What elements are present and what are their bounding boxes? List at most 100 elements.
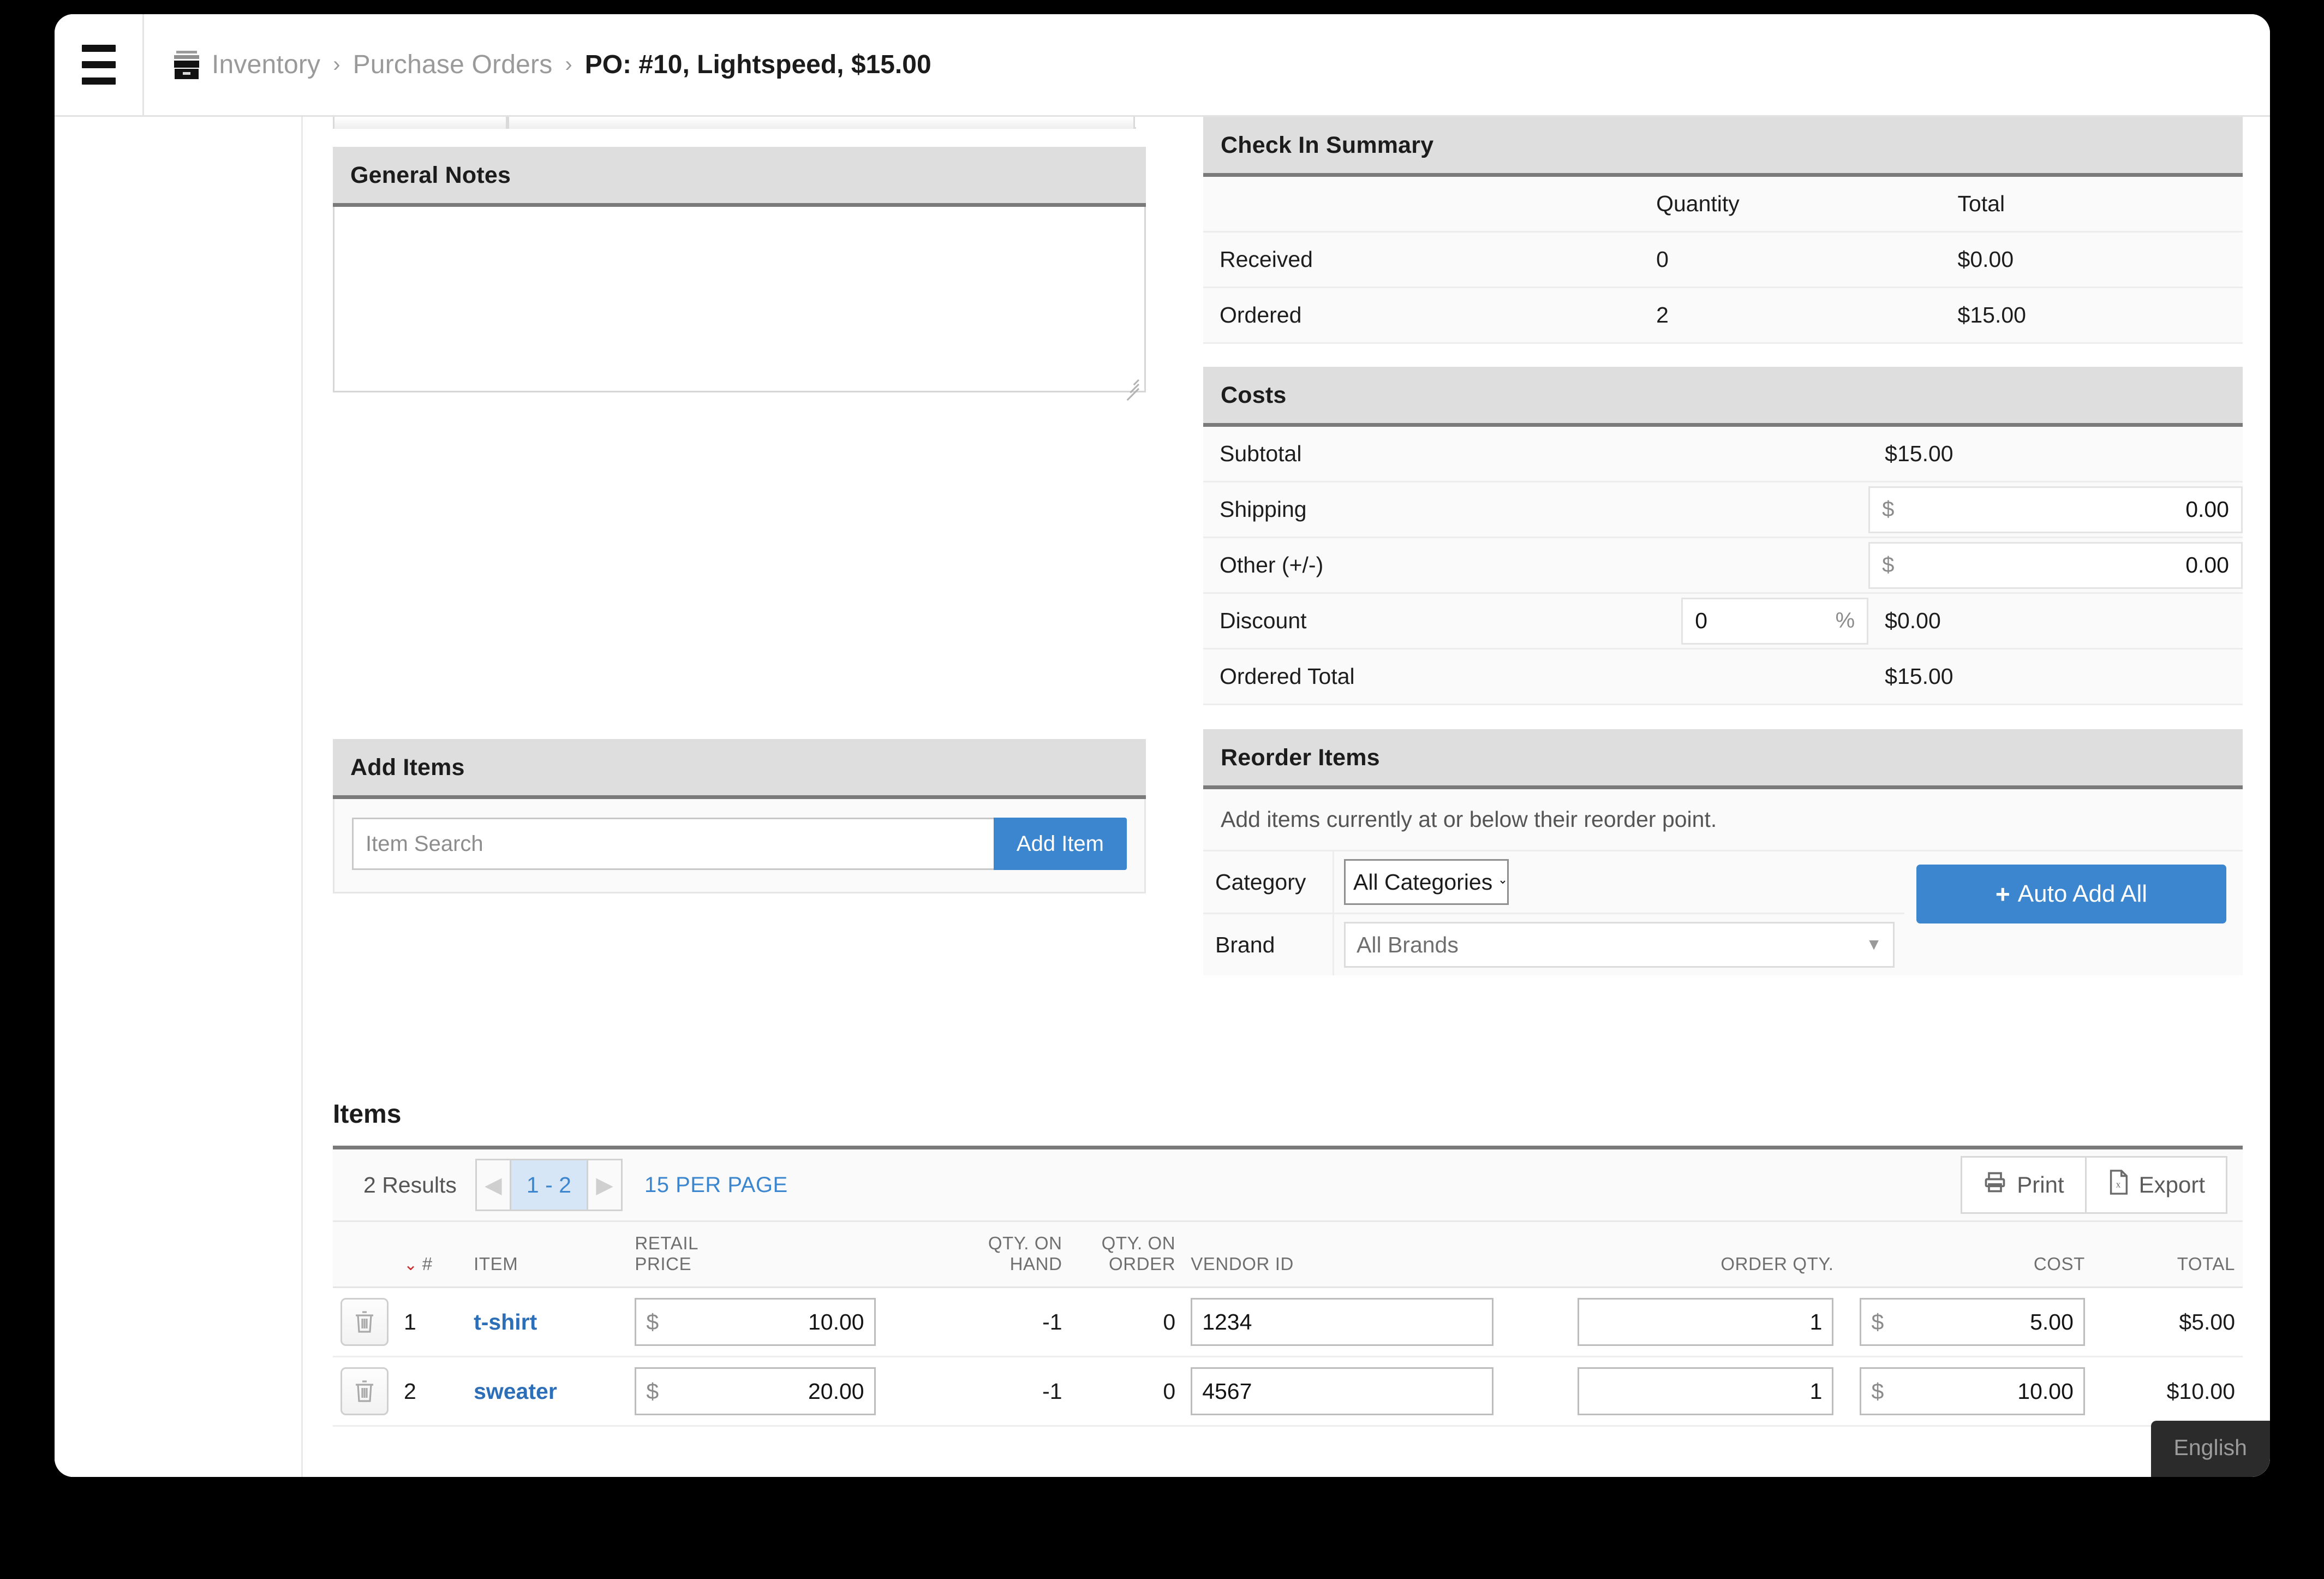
other-amount-value: 0.00	[2185, 552, 2229, 577]
hamburger-bar-1	[81, 45, 116, 52]
cost-label-discount: Discount	[1203, 593, 1495, 650]
col-quantity: Quantity	[1640, 177, 1941, 233]
device-frame: Inventory › Purchase Orders › PO: #10, L…	[0, 0, 2324, 1579]
browser-screen: Inventory › Purchase Orders › PO: #10, L…	[55, 14, 2270, 1477]
table-row: Ordered Total $15.00	[1203, 648, 2243, 705]
item-link[interactable]: t-shirt	[474, 1309, 537, 1334]
discount-percent-input[interactable]: 0 %	[1681, 597, 1869, 645]
check-in-summary-panel: Check In Summary Quantity Total Received…	[1203, 117, 2243, 344]
other-amount-input[interactable]: $ 0.00	[1868, 541, 2243, 589]
item-link[interactable]: sweater	[474, 1379, 557, 1404]
brand-label: Brand	[1203, 914, 1334, 975]
auto-add-all-button[interactable]: + Auto Add All	[1916, 865, 2226, 923]
breadcrumb-separator-2: ›	[565, 52, 572, 76]
delete-row-button[interactable]	[340, 1367, 389, 1415]
breadcrumb-separator-1: ›	[333, 52, 340, 76]
items-table: ⌄ # ITEM RETAIL PRICE QTY. ON HAND QTY. …	[333, 1222, 2243, 1427]
table-row: 1 t-shirt $ 10.00 -1 0 1234 1 $ 5.00 $5.…	[333, 1287, 2243, 1357]
table-header-row: Quantity Total	[1203, 177, 2243, 233]
shipping-currency-symbol: $	[1882, 497, 1895, 521]
table-row: Received 0 $0.00	[1203, 231, 2243, 288]
cost-input[interactable]: $ 10.00	[1860, 1367, 2085, 1415]
table-row: Ordered 2 $15.00	[1203, 287, 2243, 344]
discount-percent-sign: %	[1835, 609, 1855, 633]
costs-table: Subtotal $15.00 Shipping $ 0.00 Other (+…	[1203, 427, 2243, 705]
breadcrumb-item-inventory[interactable]: Inventory	[212, 50, 320, 80]
cost-value-subtotal: $15.00	[1868, 427, 2243, 482]
vendor-id-input[interactable]: 1234	[1191, 1298, 1493, 1346]
print-button[interactable]: Print	[1961, 1156, 2087, 1214]
other-currency-symbol: $	[1882, 553, 1895, 577]
vendor-id-input[interactable]: 4567	[1191, 1367, 1493, 1415]
category-label: Category	[1203, 851, 1334, 913]
language-badge[interactable]: English	[2150, 1421, 2270, 1477]
brand-select-value: All Brands	[1357, 932, 1459, 957]
col-retail-price[interactable]: RETAIL PRICE	[627, 1222, 894, 1288]
breadcrumb: Inventory › Purchase Orders › PO: #10, L…	[144, 14, 931, 116]
tab-shipping[interactable]: Shipping	[333, 117, 507, 129]
shipping-amount-input[interactable]: $ 0.00	[1868, 486, 2243, 533]
discount-total-value: $0.00	[1868, 593, 2243, 650]
general-notes-textarea[interactable]	[333, 207, 1146, 392]
item-search-input[interactable]	[352, 818, 994, 870]
row-total: $5.00	[2092, 1287, 2243, 1357]
pagination-next-button[interactable]: ▶	[588, 1160, 621, 1209]
cost-input[interactable]: $ 5.00	[1860, 1298, 2085, 1346]
cost-value: 10.00	[2017, 1378, 2074, 1404]
costs-panel: Costs Subtotal $15.00 Shipping $ 0.00 Ot…	[1203, 367, 2243, 705]
reorder-row-brand: Brand All Brands ▼	[1203, 914, 1904, 975]
col-qty-on-order[interactable]: QTY. ON ORDER	[1070, 1222, 1184, 1288]
items-table-header-row: ⌄ # ITEM RETAIL PRICE QTY. ON HAND QTY. …	[333, 1222, 2243, 1288]
col-retail-line2: PRICE	[635, 1254, 692, 1274]
tab-shipping-address[interactable]: Shipping Address	[507, 117, 1135, 129]
reorder-row-category: Category All Categories	[1203, 851, 1904, 914]
check-in-summary-table: Quantity Total Received 0 $0.00 Ordered …	[1203, 177, 2243, 344]
col-index[interactable]: ⌄ #	[396, 1222, 467, 1288]
cost-label-other: Other (+/-)	[1203, 537, 1495, 594]
retail-price-input[interactable]: $ 10.00	[635, 1298, 876, 1346]
tab-strip-clipped: Shipping Shipping Address	[333, 117, 1136, 129]
col-qty-on-hand[interactable]: QTY. ON HAND	[894, 1222, 1070, 1288]
reorder-items-note: Add items currently at or below their re…	[1203, 789, 2243, 851]
breadcrumb-item-purchase-orders[interactable]: Purchase Orders	[353, 50, 553, 80]
cost-label-subtotal: Subtotal	[1203, 427, 1495, 482]
row-ordered-quantity: 2	[1640, 287, 1941, 344]
general-notes-header: General Notes	[333, 147, 1146, 207]
discount-percent-value: 0	[1695, 608, 1708, 633]
pagination-prev-button[interactable]: ◀	[476, 1160, 510, 1209]
col-cost[interactable]: COST	[1841, 1222, 2093, 1288]
items-section: Items 2 Results ◀ 1 - 2 ▶ 15 PER PAGE Pr…	[333, 1099, 2243, 1427]
col-total[interactable]: TOTAL	[2092, 1222, 2243, 1288]
left-rail	[55, 117, 303, 1477]
col-index-label: #	[422, 1254, 433, 1274]
col-onorder-line1: QTY. ON	[1101, 1233, 1176, 1253]
retail-price-input[interactable]: $ 20.00	[635, 1367, 876, 1415]
check-in-summary-title: Check In Summary	[1221, 132, 1434, 158]
brand-select[interactable]: All Brands ▼	[1344, 922, 1895, 968]
reorder-filters: Category All Categories Brand All Brands…	[1203, 851, 1904, 975]
order-qty-input[interactable]: 1	[1577, 1298, 1834, 1346]
col-item[interactable]: ITEM	[466, 1222, 628, 1288]
row-index: 2	[396, 1356, 467, 1427]
add-item-button[interactable]: Add Item	[993, 818, 1127, 870]
row-total: $10.00	[2092, 1356, 2243, 1427]
col-vendor-id[interactable]: VENDOR ID	[1183, 1222, 1512, 1288]
retail-price-value: 10.00	[808, 1309, 864, 1334]
pagination: ◀ 1 - 2 ▶	[475, 1159, 623, 1211]
order-qty-input[interactable]: 1	[1577, 1367, 1834, 1415]
hamburger-icon[interactable]	[55, 14, 144, 116]
per-page-selector[interactable]: 15 PER PAGE	[644, 1173, 788, 1197]
add-items-title: Add Items	[350, 754, 465, 780]
pagination-current-range[interactable]: 1 - 2	[509, 1160, 588, 1209]
row-delete-cell	[333, 1287, 396, 1357]
col-onorder-line2: ORDER	[1109, 1254, 1176, 1274]
row-ordered-total: $15.00	[1941, 287, 2243, 344]
delete-row-button[interactable]	[340, 1298, 389, 1346]
export-button[interactable]: x Export	[2086, 1156, 2227, 1214]
col-order-qty[interactable]: ORDER QTY.	[1512, 1222, 1842, 1288]
order-qty-value: 1	[1809, 1378, 1823, 1404]
category-select[interactable]: All Categories	[1344, 859, 1509, 905]
top-bar: Inventory › Purchase Orders › PO: #10, L…	[55, 14, 2270, 117]
items-title: Items	[333, 1100, 402, 1129]
cost-currency-symbol: $	[1871, 1378, 1884, 1404]
